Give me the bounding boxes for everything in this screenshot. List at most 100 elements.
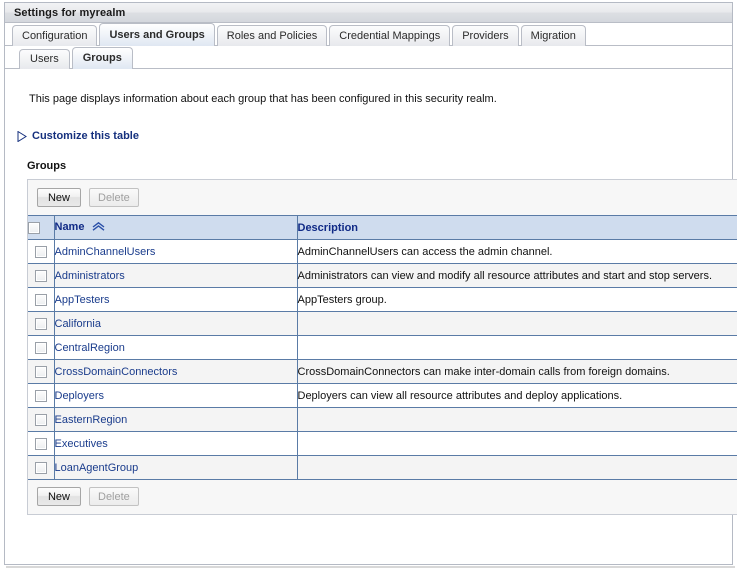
tab-migration-label: Migration: [531, 30, 576, 42]
group-name-link[interactable]: Executives: [55, 438, 108, 450]
group-name-link[interactable]: Deployers: [55, 390, 105, 402]
group-description-cell: [297, 312, 737, 336]
group-name-cell: CentralRegion: [54, 336, 297, 360]
row-select-cell: [28, 408, 54, 432]
table-row: CrossDomainConnectors CrossDomainConnecto…: [28, 360, 737, 384]
table-row: Administrators Administrators can view an…: [28, 264, 737, 288]
group-description-cell: [297, 336, 737, 360]
group-name-cell: Deployers: [54, 384, 297, 408]
row-checkbox[interactable]: [35, 342, 47, 354]
delete-button-bottom[interactable]: Delete: [89, 487, 139, 506]
column-header-name-label: Name: [55, 221, 85, 233]
row-checkbox[interactable]: [35, 246, 47, 258]
tab-credential-mappings-label: Credential Mappings: [339, 30, 440, 42]
row-checkbox[interactable]: [35, 366, 47, 378]
table-row: AdminChannelUsers AdminChannelUsers can a…: [28, 240, 737, 264]
new-button-top[interactable]: New: [37, 188, 81, 207]
row-select-cell: [28, 384, 54, 408]
row-select-cell: [28, 240, 54, 264]
groups-table-container: New Delete Name: [27, 179, 737, 515]
tab-users-and-groups[interactable]: Users and Groups: [99, 23, 214, 46]
row-select-cell: [28, 312, 54, 336]
group-name-link[interactable]: CentralRegion: [55, 342, 125, 354]
tab-users[interactable]: Users: [19, 49, 70, 69]
row-select-cell: [28, 456, 54, 480]
settings-panel: Settings for myrealm Configuration Users…: [4, 2, 733, 565]
row-checkbox[interactable]: [35, 270, 47, 282]
tab-roles-and-policies[interactable]: Roles and Policies: [217, 25, 328, 46]
tab-groups[interactable]: Groups: [72, 47, 133, 69]
table-row: CentralRegion: [28, 336, 737, 360]
tab-credential-mappings[interactable]: Credential Mappings: [329, 25, 450, 46]
table-row: California: [28, 312, 737, 336]
row-checkbox[interactable]: [35, 318, 47, 330]
column-header-description-label: Description: [298, 222, 359, 234]
table-toolbar-top: New Delete: [28, 180, 737, 215]
group-name-cell: Executives: [54, 432, 297, 456]
primary-tab-bar: Configuration Users and Groups Roles and…: [5, 23, 732, 46]
table-toolbar-bottom: New Delete: [28, 480, 737, 514]
window-titlebar: Settings for myrealm: [5, 3, 732, 23]
tab-users-label: Users: [30, 53, 59, 65]
page-description: This page displays information about eac…: [29, 93, 732, 105]
group-name-link[interactable]: California: [55, 318, 101, 330]
group-description-cell: AppTesters group.: [297, 288, 737, 312]
customize-this-table-label: Customize this table: [32, 130, 139, 142]
row-checkbox[interactable]: [35, 294, 47, 306]
group-name-link[interactable]: AdminChannelUsers: [55, 246, 156, 258]
tab-users-and-groups-label: Users and Groups: [109, 29, 204, 41]
tab-groups-label: Groups: [83, 52, 122, 64]
group-name-cell: California: [54, 312, 297, 336]
group-description-cell: CrossDomainConnectors can make inter-dom…: [297, 360, 737, 384]
tab-configuration[interactable]: Configuration: [12, 25, 97, 46]
row-select-cell: [28, 264, 54, 288]
row-checkbox[interactable]: [35, 390, 47, 402]
table-row: AppTesters AppTesters group.: [28, 288, 737, 312]
tab-migration[interactable]: Migration: [521, 25, 586, 46]
group-description-cell: AdminChannelUsers can access the admin c…: [297, 240, 737, 264]
groups-table: Name Description: [28, 215, 737, 480]
groups-table-header-row: Name Description: [28, 216, 737, 240]
group-name-link[interactable]: CrossDomainConnectors: [55, 366, 178, 378]
group-name-cell: LoanAgentGroup: [54, 456, 297, 480]
table-row: Executives: [28, 432, 737, 456]
table-row: Deployers Deployers can view all resource…: [28, 384, 737, 408]
window-title: Settings for myrealm: [14, 7, 125, 19]
customize-this-table-toggle[interactable]: Customize this table: [17, 130, 139, 142]
groups-table-head: Name Description: [28, 216, 737, 240]
group-name-link[interactable]: Administrators: [55, 270, 125, 282]
group-name-cell: CrossDomainConnectors: [54, 360, 297, 384]
group-name-link[interactable]: LoanAgentGroup: [55, 462, 139, 474]
select-all-header: [28, 216, 54, 240]
group-description-text: AdminChannelUsers can access the admin c…: [298, 246, 553, 258]
group-description-cell: [297, 432, 737, 456]
group-description-cell: Administrators can view and modify all r…: [297, 264, 737, 288]
group-description-text: Administrators can view and modify all r…: [298, 270, 713, 282]
group-description-text: Deployers can view all resource attribut…: [298, 390, 623, 402]
delete-button-top[interactable]: Delete: [89, 188, 139, 207]
column-header-description[interactable]: Description: [297, 216, 737, 240]
group-description-text: AppTesters group.: [298, 294, 387, 306]
group-description-cell: [297, 456, 737, 480]
row-select-cell: [28, 288, 54, 312]
row-checkbox[interactable]: [35, 462, 47, 474]
group-name-link[interactable]: AppTesters: [55, 294, 110, 306]
tab-providers[interactable]: Providers: [452, 25, 518, 46]
group-description-text: CrossDomainConnectors can make inter-dom…: [298, 366, 670, 378]
new-button-bottom[interactable]: New: [37, 487, 81, 506]
column-header-name[interactable]: Name: [54, 216, 297, 240]
section-heading: Groups: [27, 160, 732, 172]
secondary-tab-bar: Users Groups: [5, 46, 732, 69]
table-row: LoanAgentGroup: [28, 456, 737, 480]
row-select-cell: [28, 360, 54, 384]
group-name-cell: AdminChannelUsers: [54, 240, 297, 264]
select-all-checkbox[interactable]: [28, 222, 40, 234]
sort-ascending-icon[interactable]: [92, 222, 105, 234]
group-description-cell: [297, 408, 737, 432]
row-select-cell: [28, 336, 54, 360]
row-checkbox[interactable]: [35, 414, 47, 426]
group-name-link[interactable]: EasternRegion: [55, 414, 128, 426]
tab-roles-and-policies-label: Roles and Policies: [227, 30, 318, 42]
tab-providers-label: Providers: [462, 30, 508, 42]
row-checkbox[interactable]: [35, 438, 47, 450]
